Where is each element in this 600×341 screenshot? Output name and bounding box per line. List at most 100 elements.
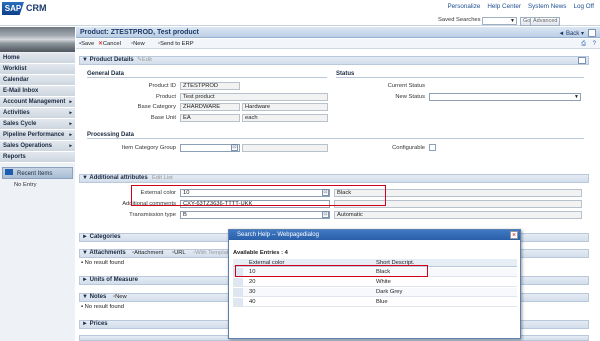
sidebar-nav: Home Worklist Calendar E-Mail Inbox Account …: [0, 53, 75, 163]
sidebar-item-calendar[interactable]: Calendar: [0, 75, 75, 86]
attachment-button[interactable]: ▫Attachment: [132, 250, 163, 256]
base-category-field: ZHARDWARE: [180, 103, 240, 111]
sidebar-item-label: Account Management: [3, 99, 66, 105]
save-button[interactable]: ▪Save: [79, 41, 94, 47]
no-result-notes: ▪ No result found: [81, 304, 124, 310]
base-unit-field: EA: [180, 114, 240, 122]
send-to-erp-button[interactable]: ▫Send to ERP: [158, 41, 194, 47]
advanced-button[interactable]: Advanced: [530, 17, 561, 26]
personalize-link[interactable]: Personalize: [447, 3, 480, 10]
print-icon[interactable]: ⎙: [581, 41, 586, 48]
sidebar-item-label: Worklist: [3, 66, 27, 72]
row-selector[interactable]: [233, 298, 243, 306]
with-template-label: With Template: [195, 250, 232, 256]
chevron-down-icon: ▼: [574, 94, 579, 100]
expand-icon: ►: [82, 277, 90, 283]
notes-new-label: New: [115, 294, 127, 300]
expand-icon: ►: [82, 234, 90, 240]
item-category-group-label: Item Category Group: [121, 145, 176, 151]
header-photo: [0, 27, 75, 52]
transmission-type-label: Transmission type: [129, 212, 176, 218]
dialog-title: Search Help -- Webpagedialog: [229, 230, 520, 240]
sidebar-item-sales-operations[interactable]: Sales Operations ▸: [0, 141, 75, 152]
with-template-button[interactable]: ▫With Template: [193, 250, 232, 256]
cancel-button[interactable]: ✕Cancel: [98, 41, 121, 47]
cancel-label: Cancel: [102, 41, 121, 47]
new-button[interactable]: ▫New: [131, 41, 145, 47]
system-news-link[interactable]: System News: [528, 3, 567, 10]
product-details-header[interactable]: [79, 56, 589, 65]
prices-title: ► Prices: [82, 321, 108, 327]
sidebar-item-label: Sales Operations: [3, 143, 53, 149]
product-id-label: Product ID: [148, 83, 176, 89]
transmission-type-field[interactable]: B: [180, 211, 330, 219]
prices-label: Prices: [89, 321, 108, 327]
item-category-group-desc: [242, 144, 328, 152]
result-row[interactable]: 40 Blue: [233, 298, 517, 307]
sidebar-item-account-management[interactable]: Account Management ▸: [0, 97, 75, 108]
toolbar: [76, 39, 600, 49]
base-unit-label: Base Unit: [150, 115, 176, 121]
chevron-right-icon: ▸: [69, 121, 72, 127]
url-label: URL: [174, 250, 186, 256]
processing-data-heading: Processing Data: [87, 132, 584, 139]
search-help-dialog: Search Help -- Webpagedialog × Available…: [228, 229, 521, 339]
app-name: CRM: [26, 3, 47, 13]
attachments-title: ▼ Attachments: [82, 250, 126, 256]
value-help-icon[interactable]: ⊡: [231, 144, 238, 151]
new-status-select[interactable]: ▼: [429, 93, 581, 101]
transmission-type-desc: Automatic: [334, 211, 582, 219]
sidebar-item-sales-cycle[interactable]: Sales Cycle ▸: [0, 119, 75, 130]
sidebar-item-activities[interactable]: Activities ▸: [0, 108, 75, 119]
product-id-field: ZTESTPROD: [180, 82, 240, 90]
saved-searches-select[interactable]: ▼: [482, 17, 517, 25]
configurable-checkbox[interactable]: [429, 144, 436, 151]
chevron-right-icon: ▸: [69, 143, 72, 149]
result-row[interactable]: 30 Dark Grey: [233, 288, 517, 297]
highlight-box-row-black: [235, 265, 428, 277]
notes-new-button[interactable]: ▫New: [113, 294, 127, 300]
sidebar-item-worklist[interactable]: Worklist: [0, 64, 75, 75]
collapse-icon: ▼: [82, 57, 90, 63]
dialog-title-text: Search Help -- Webpagedialog: [237, 232, 319, 238]
additional-attributes-label: Additional attributes: [89, 175, 148, 181]
current-status-label: Current Status: [387, 83, 425, 89]
result-row[interactable]: 20 White: [233, 278, 517, 287]
configurable-label: Configurable: [392, 145, 425, 151]
available-entries-label: Available Entries : 4: [233, 250, 288, 256]
forward-button[interactable]: [588, 29, 596, 37]
notes-label: Notes: [89, 294, 107, 300]
units-of-measure-title: ► Units of Measure: [82, 277, 138, 283]
categories-label: Categories: [89, 234, 121, 240]
result-code: 20: [249, 279, 256, 285]
sidebar-item-e-mail-inbox[interactable]: E-Mail Inbox: [0, 86, 75, 97]
no-result-text: No result found: [84, 304, 124, 310]
url-button[interactable]: ▫URL: [172, 250, 186, 256]
edit-list-button[interactable]: Edit List: [152, 175, 173, 181]
row-selector[interactable]: [233, 288, 243, 296]
send-to-erp-label: Send to ERP: [160, 41, 194, 47]
help-icon[interactable]: ?: [593, 41, 596, 47]
product-details-title: ▼ Product Details: [82, 57, 134, 63]
base-category-desc: Hardware: [242, 103, 328, 111]
chevron-down-icon: ▼: [510, 18, 515, 24]
result-desc: White: [376, 279, 391, 285]
units-of-measure-label: Units of Measure: [89, 277, 138, 283]
no-entry-label: No Entry: [14, 182, 37, 188]
sidebar-item-pipeline-performance[interactable]: Pipeline Performance ▸: [0, 130, 75, 141]
log-off-link[interactable]: Log Off: [573, 3, 594, 10]
help-center-link[interactable]: Help Center: [487, 3, 521, 10]
header-links: Personalize Help Center System News Log …: [447, 3, 594, 10]
back-button[interactable]: ◄ Back ▾: [558, 30, 584, 37]
value-help-icon[interactable]: ⊡: [322, 211, 329, 218]
section-settings-icon[interactable]: [578, 57, 586, 64]
sidebar-item-home[interactable]: Home: [0, 53, 75, 64]
general-data-heading: General Data: [87, 71, 327, 78]
row-selector[interactable]: [233, 278, 243, 286]
sidebar-item-reports[interactable]: Reports: [0, 152, 75, 163]
page-title: Product: ZTESTPROD, Test product: [80, 29, 199, 36]
close-icon[interactable]: ×: [510, 231, 518, 239]
sidebar-item-label: Pipeline Performance: [3, 132, 65, 138]
edit-button[interactable]: ✎Edit: [137, 57, 152, 63]
attachments-label: Attachments: [89, 250, 126, 256]
